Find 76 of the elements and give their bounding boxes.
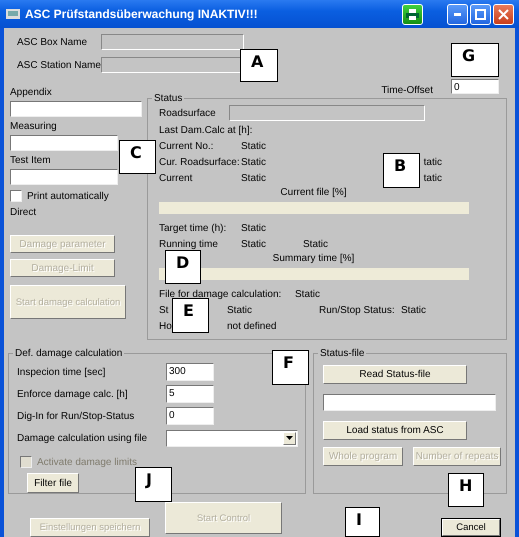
group-title: Status-file bbox=[319, 348, 366, 359]
text-field[interactable] bbox=[10, 169, 118, 185]
checkbox[interactable] bbox=[10, 190, 22, 202]
field-label: Test Item bbox=[10, 154, 52, 167]
field-label: Dig-In for Run/Stop-Status bbox=[17, 410, 136, 422]
callout-label: B bbox=[383, 153, 420, 188]
load-status-button[interactable]: Load status from ASC bbox=[323, 421, 467, 440]
close-icon bbox=[498, 8, 509, 20]
status-label: Last Dam.Calc at [h]: bbox=[159, 124, 252, 136]
status-value: Static bbox=[241, 222, 266, 234]
field-label: Time-Offset bbox=[381, 84, 433, 96]
time-offset-field[interactable]: 0 bbox=[451, 78, 499, 94]
status-label: File for damage calculation: bbox=[159, 288, 282, 300]
status-value: Static bbox=[241, 156, 266, 168]
status-value: Static bbox=[241, 172, 266, 184]
status-label: Running time bbox=[159, 238, 218, 250]
number-field[interactable]: 0 bbox=[166, 407, 214, 425]
callout-label: J bbox=[135, 467, 172, 502]
maximize-icon bbox=[475, 8, 486, 20]
minimize-button[interactable] bbox=[447, 4, 468, 24]
file-dropdown[interactable] bbox=[166, 430, 298, 446]
status-label: Static bbox=[303, 238, 328, 250]
minimize-icon bbox=[454, 12, 461, 16]
status-label: Cur. Roadsurface: bbox=[159, 156, 240, 168]
field-label: ASC Station Name bbox=[17, 60, 101, 70]
status-label: Ho bbox=[159, 320, 172, 332]
status-label: Target time (h): bbox=[159, 222, 226, 234]
group-title: Status bbox=[153, 93, 184, 104]
callout-label: G bbox=[451, 43, 499, 77]
callout-label: F bbox=[272, 350, 309, 385]
text-field[interactable] bbox=[323, 394, 496, 411]
field-label: Enforce damage calc. [h] bbox=[17, 388, 129, 400]
callout-label: C bbox=[119, 140, 156, 174]
callout-label: E bbox=[172, 298, 209, 333]
maximize-button[interactable] bbox=[470, 4, 491, 24]
checkbox-label: Print automatically bbox=[27, 190, 109, 202]
printer-icon bbox=[406, 8, 419, 20]
progress-label: Summary time [%] bbox=[272, 252, 354, 266]
field-label: Inspecion time [sec] bbox=[17, 366, 106, 378]
progress-label: Current file [%] bbox=[280, 186, 347, 200]
status-value: Static bbox=[227, 304, 252, 316]
field-label: Measuring bbox=[10, 120, 58, 133]
text-field[interactable] bbox=[101, 34, 244, 50]
filter-file-button[interactable]: Filter file bbox=[27, 473, 79, 493]
callout-label: I bbox=[345, 507, 380, 537]
status-label: Current bbox=[159, 172, 192, 184]
callout-label: A bbox=[240, 49, 278, 82]
text-field[interactable] bbox=[10, 101, 142, 117]
status-value: Static bbox=[401, 304, 426, 316]
callout-label: H bbox=[448, 473, 484, 507]
group-title: Def. damage calculation bbox=[14, 348, 124, 359]
read-status-file-button[interactable]: Read Status-file bbox=[323, 365, 467, 384]
number-field[interactable]: 5 bbox=[166, 385, 214, 403]
cancel-button[interactable]: Cancel bbox=[442, 519, 500, 536]
checkbox-label: Activate damage limits bbox=[37, 456, 138, 468]
status-label: Run/Stop Status: bbox=[319, 304, 395, 316]
status-value: Static bbox=[295, 288, 320, 300]
printer-button[interactable] bbox=[402, 4, 423, 24]
field-label: ASC Box Name bbox=[17, 36, 88, 48]
window-title: ASC Prüfstandsüberwachung INAKTIV!!! bbox=[25, 7, 259, 21]
status-value: not defined bbox=[227, 320, 276, 332]
status-value: Static bbox=[241, 140, 266, 152]
close-button[interactable] bbox=[493, 4, 514, 24]
status-value: tatic bbox=[424, 172, 442, 184]
app-icon bbox=[5, 7, 21, 21]
status-label: St bbox=[159, 304, 168, 316]
status-label: Current No.: bbox=[159, 140, 214, 152]
section-label: Direct bbox=[10, 206, 38, 219]
number-field[interactable]: 300 bbox=[166, 363, 214, 381]
field-label: Roadsurface bbox=[159, 108, 216, 118]
callout-label: D bbox=[165, 250, 201, 284]
status-value: Static bbox=[241, 238, 266, 250]
field-label: Damage calculation using file bbox=[17, 432, 148, 444]
text-field[interactable] bbox=[10, 135, 118, 151]
field-label: Appendix bbox=[10, 86, 53, 99]
status-value: tatic bbox=[424, 156, 442, 168]
